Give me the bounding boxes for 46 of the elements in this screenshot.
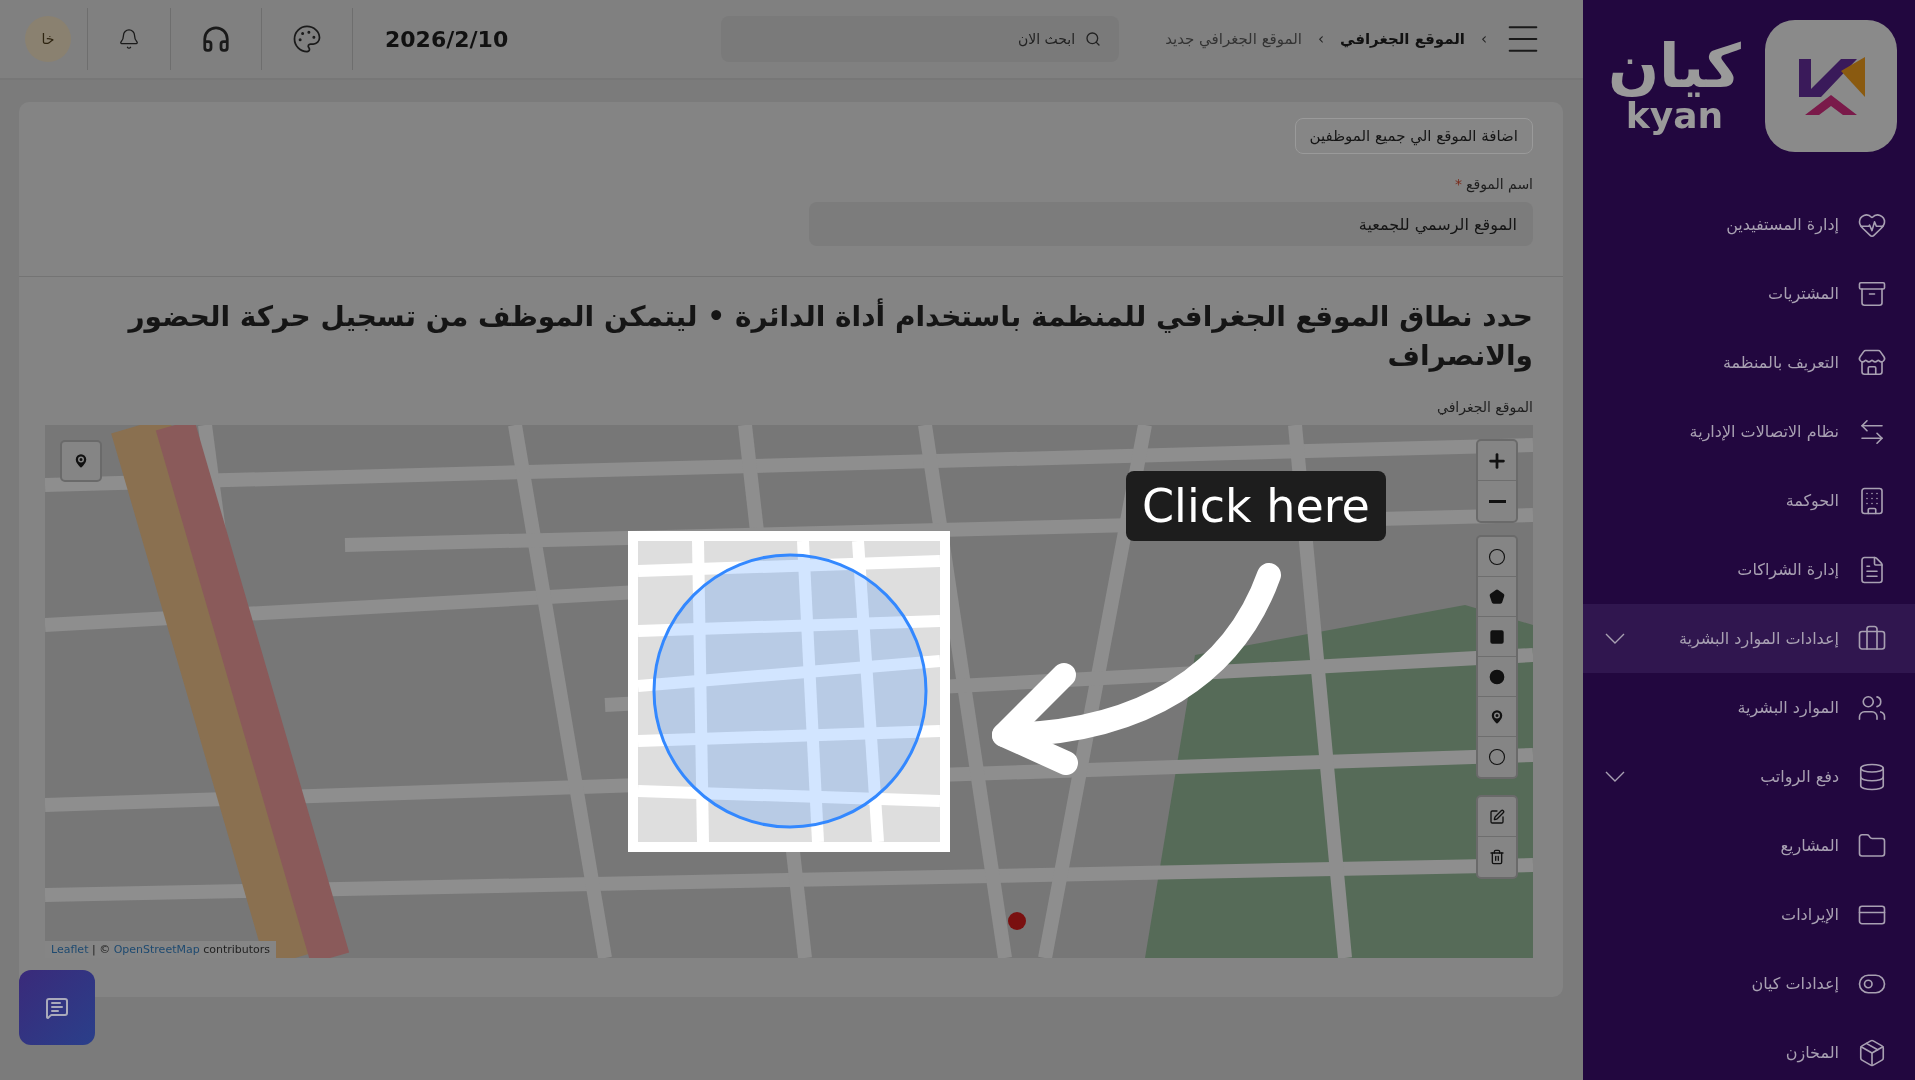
square-icon <box>1489 628 1505 645</box>
callout-label: Click here <box>1126 471 1386 542</box>
search-icon <box>1085 31 1102 47</box>
logo-icon <box>1765 20 1897 152</box>
minus-icon <box>1488 499 1506 503</box>
chat-icon <box>45 995 69 1020</box>
package-icon <box>1857 1037 1887 1068</box>
sidebar-item[interactable]: الإيرادات <box>1583 880 1915 949</box>
trash-icon <box>1489 849 1505 866</box>
breadcrumb-separator: › <box>1481 30 1487 48</box>
sidebar-item[interactable]: إدارة الشراكات <box>1583 535 1915 604</box>
logo-text: kyan <box>1625 96 1724 136</box>
field-label: الموقع الجغرافي <box>1437 399 1533 416</box>
date-text: 2026/2/10 <box>384 26 510 52</box>
logo-text: كيان <box>1607 36 1741 97</box>
sidebar-item[interactable]: التعريف بالمنظمة <box>1583 328 1915 397</box>
map-attribution: Leaflet | © OpenStreetMap contributors <box>45 941 277 959</box>
breadcrumb-separator: › <box>1317 30 1324 48</box>
circle-icon <box>1488 547 1506 566</box>
location-pin-icon <box>72 452 90 471</box>
user-avatar[interactable]: خا <box>25 16 71 62</box>
sidebar-item[interactable]: دفع الرواتب <box>1583 742 1915 811</box>
add-to-all-button[interactable]: اضافة الموقع الي جميع الموظفين <box>1294 118 1533 154</box>
sidebar-item[interactable]: المشتريات <box>1583 259 1915 328</box>
pentagon-icon <box>1489 588 1505 605</box>
sidebar-item[interactable]: الموارد البشرية <box>1583 673 1915 742</box>
sidebar-item[interactable]: إدارة المستفيدين <box>1583 190 1915 259</box>
sidebar-item[interactable]: الحوكمة <box>1583 466 1915 535</box>
input-field[interactable]: الموقع الرسمي للجمعية <box>809 202 1533 246</box>
sidebar-item[interactable]: نظام الاتصالات الإدارية <box>1583 397 1915 466</box>
sidebar-item[interactable]: إعدادات كيان <box>1583 949 1915 1018</box>
sidebar-item[interactable]: المخازن <box>1583 1018 1915 1080</box>
sidebar-item[interactable]: المشاريع <box>1583 811 1915 880</box>
sidebar-item[interactable]: إعدادات الموارد البشرية <box>1583 604 1915 673</box>
chat-button[interactable] <box>19 970 95 1045</box>
required-mark: * <box>1455 176 1462 192</box>
location-pin-button[interactable] <box>60 440 102 483</box>
dot-icon <box>1489 668 1505 685</box>
edit-icon <box>1489 808 1505 825</box>
field-label: اسم الموقع <box>1466 176 1533 192</box>
store-icon <box>1857 347 1887 378</box>
circle-icon <box>1488 748 1506 767</box>
pin-icon <box>1488 707 1506 726</box>
section-heading: حدد نطاق الموقع الجغرافي للمنظمة باستخدام أداة الدائرة • ليتمكن الموظف من تسجيل حركة الحضور والانصراف <box>126 297 1533 375</box>
search-field[interactable]: ابحث الان <box>721 16 1120 62</box>
breadcrumb-link[interactable]: الموقع الجغرافي <box>1339 30 1465 48</box>
